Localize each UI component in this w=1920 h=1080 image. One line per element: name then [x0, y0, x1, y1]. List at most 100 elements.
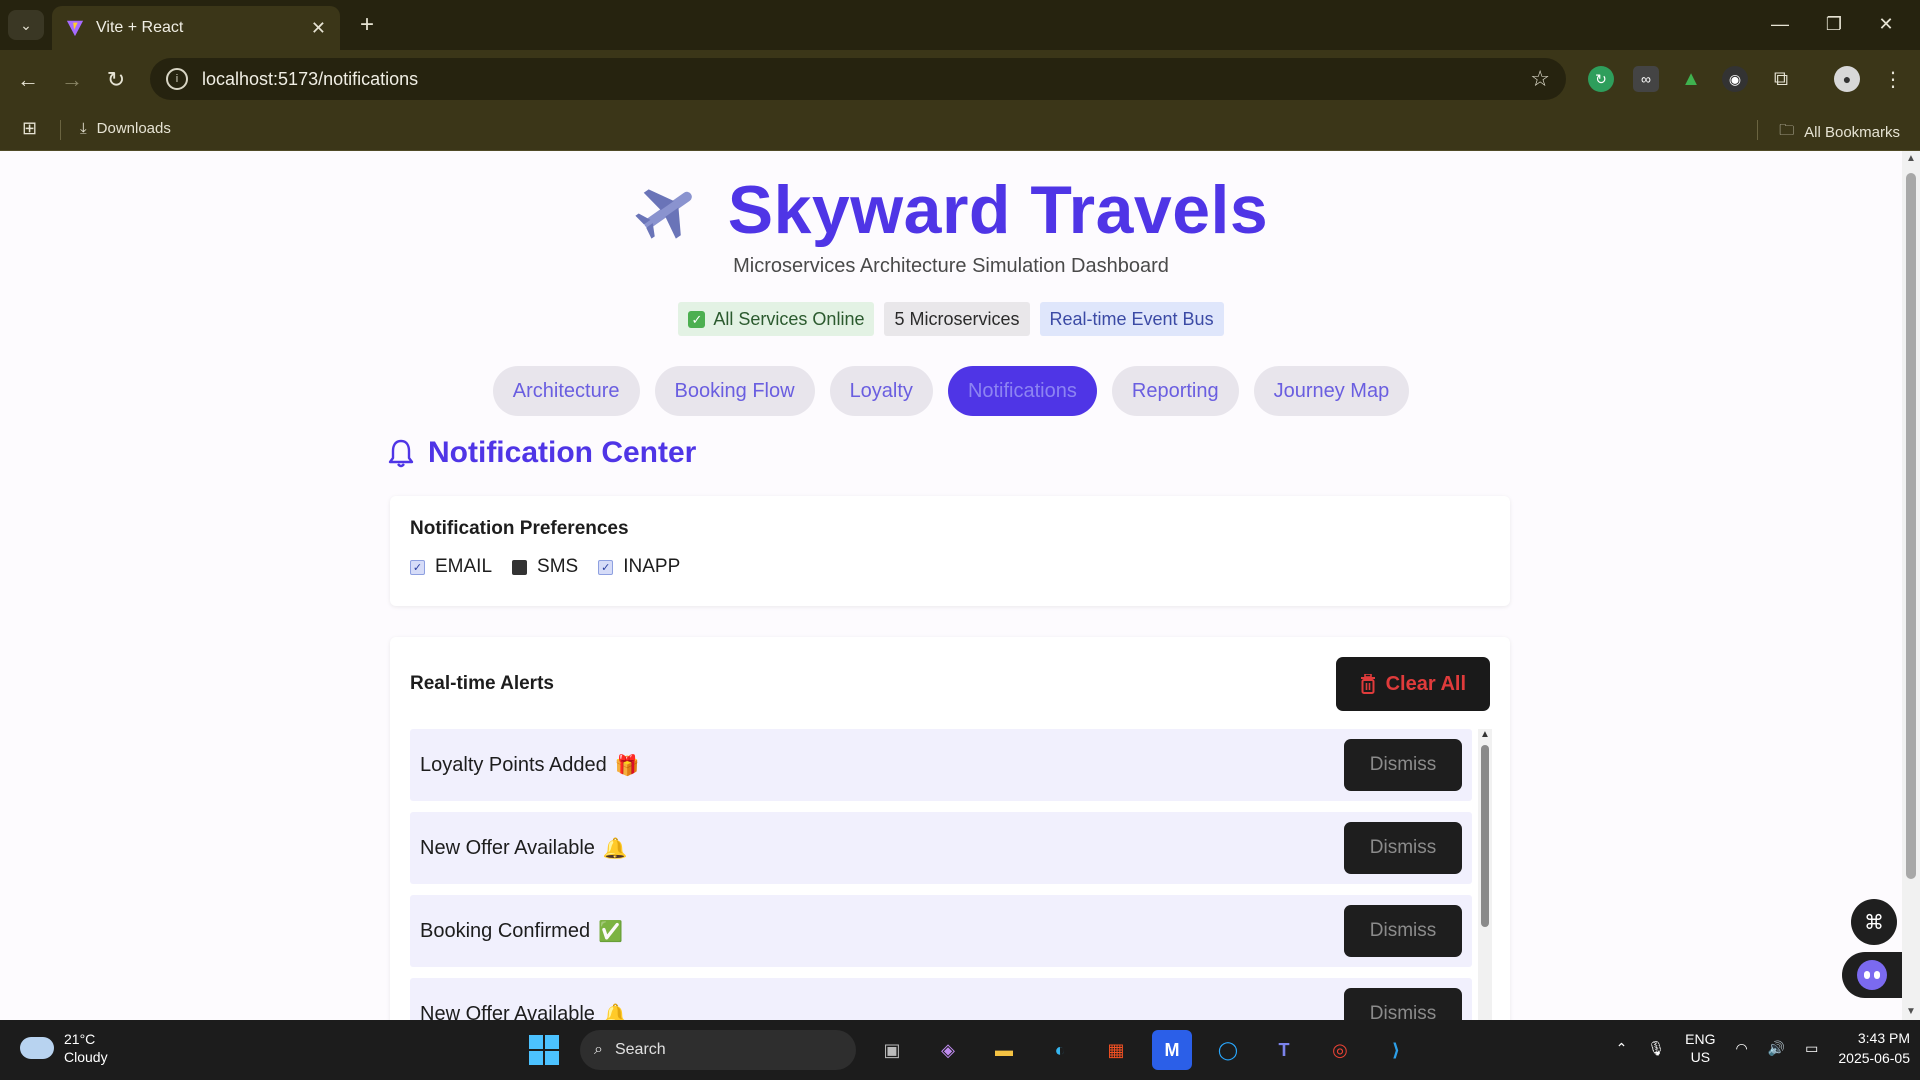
bookmarks-divider — [60, 120, 61, 140]
main-nav-tabs: Architecture Booking Flow Loyalty Notifi… — [0, 366, 1902, 416]
page-content: Skyward Travels Microservices Architectu… — [0, 151, 1902, 1020]
search-icon: ⌕ — [594, 1041, 603, 1058]
pref-inapp[interactable]: ✓ INAPP — [598, 556, 680, 578]
windows-start-icon[interactable] — [524, 1030, 564, 1070]
profile-avatar[interactable]: ● — [1834, 66, 1860, 92]
tab-reporting[interactable]: Reporting — [1111, 366, 1239, 416]
weather-condition: Cloudy — [64, 1049, 108, 1065]
app-m-icon[interactable]: M — [1152, 1030, 1192, 1070]
weather-widget[interactable]: 21°C Cloudy — [20, 1030, 108, 1066]
all-bookmarks-label: All Bookmarks — [1804, 124, 1900, 141]
sms-checkbox[interactable] — [512, 559, 528, 575]
page-scrollbar[interactable]: ▲ ▼ — [1902, 151, 1920, 1020]
alert-item: New Offer Available 🔔 Dismiss — [410, 978, 1472, 1020]
file-explorer-icon[interactable]: ▬ — [984, 1030, 1024, 1070]
extension-cat-icon[interactable]: ◉ — [1722, 66, 1748, 92]
language-indicator[interactable]: ENG US — [1685, 1030, 1715, 1066]
edge-icon[interactable]: ◐ — [1040, 1030, 1080, 1070]
alerts-scrollbar[interactable]: ▲ — [1478, 729, 1492, 1020]
clock-date: 2025-06-05 — [1838, 1050, 1910, 1066]
page-scroll-down-icon[interactable]: ▼ — [1905, 1006, 1917, 1018]
alert-text: New Offer Available — [420, 836, 595, 859]
scroll-up-arrow-icon[interactable]: ▲ — [1479, 729, 1491, 740]
taskbar-search[interactable]: ⌕ Search — [580, 1030, 856, 1070]
dismiss-button[interactable]: Dismiss — [1344, 905, 1462, 957]
bookmark-star-icon[interactable]: ☆ — [1530, 66, 1550, 92]
section-title: Notification Center — [388, 436, 696, 470]
battery-icon[interactable]: ▭ — [1805, 1040, 1818, 1057]
preferences-card: Notification Preferences ✓ EMAIL SMS ✓ I… — [390, 496, 1510, 606]
extensions-puzzle-icon[interactable]: ⧉ — [1768, 66, 1794, 92]
tab-architecture[interactable]: Architecture — [492, 366, 640, 416]
inapp-checkbox[interactable]: ✓ — [598, 559, 614, 575]
alert-item: Booking Confirmed ✅ Dismiss — [410, 895, 1472, 967]
alert-list[interactable]: Loyalty Points Added 🎁 Dismiss New Offer… — [410, 729, 1472, 1020]
browser-tab[interactable]: Vite + React ✕ — [52, 6, 340, 50]
check-icon: ✓ — [688, 310, 706, 328]
cortana-icon[interactable]: ◯ — [1208, 1030, 1248, 1070]
copilot-icon[interactable]: ◈ — [928, 1030, 968, 1070]
new-tab-button[interactable]: + — [352, 10, 382, 40]
tab-loyalty[interactable]: Loyalty — [829, 366, 933, 416]
pref-sms[interactable]: SMS — [512, 556, 578, 578]
dismiss-button[interactable]: Dismiss — [1344, 988, 1462, 1020]
extension-bell-icon[interactable]: ▲ — [1678, 66, 1704, 92]
page-scroll-thumb[interactable] — [1906, 173, 1916, 879]
sms-label: SMS — [537, 556, 579, 577]
bell-emoji-icon: 🔔 — [602, 837, 628, 860]
clock[interactable]: 3:43 PM 2025-06-05 — [1838, 1028, 1910, 1068]
minimize-button[interactable]: — — [1760, 8, 1800, 40]
tab-notifications[interactable]: Notifications — [947, 366, 1097, 416]
microphone-icon[interactable]: 🎙 — [1647, 1040, 1665, 1057]
address-bar[interactable]: i localhost:5173/notifications ☆ — [150, 58, 1566, 100]
reload-button[interactable]: ↻ — [100, 64, 132, 96]
tab-booking-flow[interactable]: Booking Flow — [654, 366, 815, 416]
vscode-icon[interactable]: ⟩ — [1376, 1030, 1416, 1070]
alerts-scroll-thumb[interactable] — [1481, 745, 1489, 927]
wifi-icon[interactable]: ◠ — [1735, 1040, 1747, 1057]
close-window-button[interactable]: ✕ — [1866, 8, 1906, 40]
tab-search-button[interactable]: ⌄ — [8, 10, 44, 40]
tray-overflow-icon[interactable]: ⌃ — [1616, 1040, 1628, 1057]
clock-time: 3:43 PM — [1857, 1030, 1910, 1046]
browser-toolbar: ← → ↻ i localhost:5173/notifications ☆ ↻… — [0, 50, 1920, 108]
apps-grid-icon[interactable]: ⊞ — [22, 118, 37, 139]
temperature: 21°C — [64, 1031, 96, 1047]
pref-email[interactable]: ✓ EMAIL — [410, 556, 492, 578]
alerts-title: Real-time Alerts — [410, 673, 554, 694]
teams-icon[interactable]: T — [1264, 1030, 1304, 1070]
cloud-icon — [20, 1037, 54, 1059]
floating-command-button[interactable]: ⌘ — [1851, 899, 1897, 945]
notification-center-title: Notification Center — [428, 436, 697, 469]
close-tab-icon[interactable]: ✕ — [311, 18, 326, 39]
chrome-icon[interactable]: ◎ — [1320, 1030, 1360, 1070]
task-view-icon[interactable]: ▣ — [872, 1030, 912, 1070]
dismiss-button[interactable]: Dismiss — [1344, 739, 1462, 791]
browser-menu-icon[interactable]: ⋮ — [1880, 66, 1906, 92]
store-icon[interactable]: ▦ — [1096, 1030, 1136, 1070]
forward-button[interactable]: → — [56, 64, 88, 96]
email-label: EMAIL — [435, 556, 493, 577]
extension-sync-icon[interactable]: ↻ — [1588, 66, 1614, 92]
site-info-icon[interactable]: i — [166, 68, 188, 90]
bookmarks-divider-right — [1757, 120, 1758, 140]
downloads-bookmark[interactable]: ⤓ Downloads — [80, 120, 171, 137]
email-checkbox[interactable]: ✓ — [410, 559, 425, 575]
clear-all-button[interactable]: Clear All — [1335, 657, 1490, 711]
downloads-label: Downloads — [96, 120, 171, 137]
back-button[interactable]: ← — [12, 64, 44, 96]
restore-button[interactable]: ❐ — [1814, 8, 1854, 40]
assistant-bot-icon — [1857, 960, 1887, 990]
extension-glasses-icon[interactable]: ∞ — [1633, 66, 1659, 92]
all-bookmarks-button[interactable]: 🗀 All Bookmarks — [1779, 120, 1900, 145]
floating-assistant-button[interactable] — [1842, 952, 1902, 998]
event-bus-badge: Real-time Event Bus — [1039, 302, 1224, 336]
app-title: Skyward Travels — [727, 172, 1269, 248]
alert-text: Booking Confirmed — [420, 919, 591, 942]
bookmarks-bar: ⊞ ⤓ Downloads 🗀 All Bookmarks — [0, 108, 1920, 151]
page-scroll-up-icon[interactable]: ▲ — [1905, 153, 1917, 165]
lang-line2: US — [1690, 1049, 1711, 1065]
tab-journey-map[interactable]: Journey Map — [1253, 366, 1410, 416]
volume-icon[interactable]: 🔊 — [1768, 1040, 1785, 1057]
dismiss-button[interactable]: Dismiss — [1344, 822, 1462, 874]
